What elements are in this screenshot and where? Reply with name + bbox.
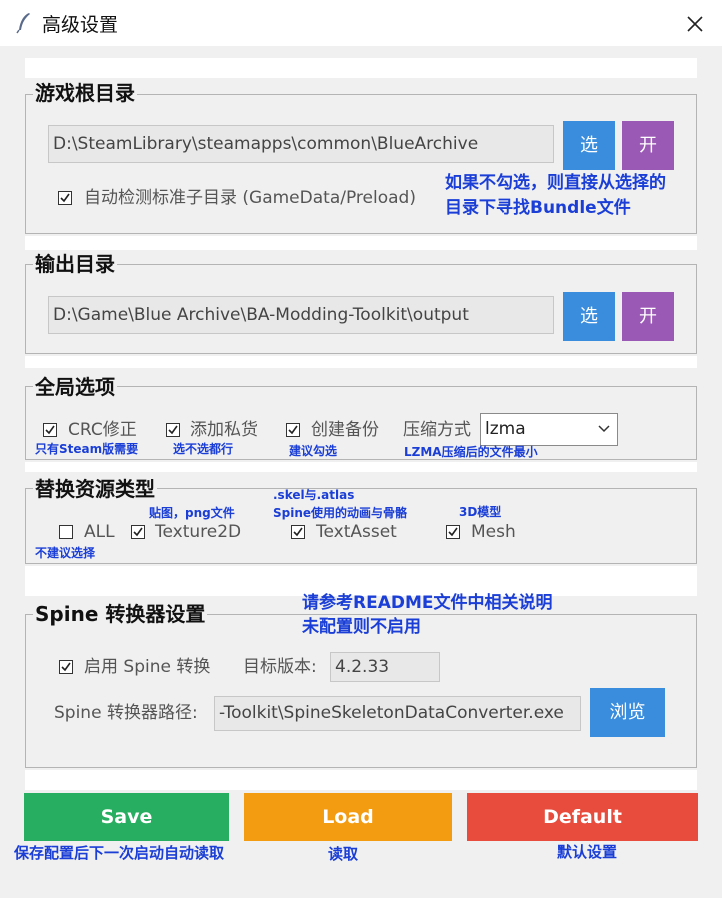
default-note: 默认设置 <box>557 843 618 861</box>
game-root-title: 游戏根目录 <box>33 80 137 106</box>
spacer <box>25 356 697 368</box>
private-label: 添加私货 <box>190 420 258 440</box>
mesh-checkbox[interactable] <box>446 525 460 539</box>
load-button[interactable]: Load <box>244 793 452 841</box>
spine-path-label: Spine 转换器路径: <box>54 703 198 723</box>
mesh-note: 3D模型 <box>459 505 502 519</box>
backup-checkbox[interactable] <box>286 423 300 437</box>
textasset-note-1: .skel与.atlas <box>273 488 355 502</box>
window-title: 高级设置 <box>42 14 119 36</box>
textasset-note-2: Spine使用的动画与骨骼 <box>273 506 408 520</box>
spine-browse-button[interactable]: 浏览 <box>590 688 665 737</box>
texture-note: 贴图，png文件 <box>149 506 235 520</box>
save-button[interactable]: Save <box>24 793 229 841</box>
load-note: 读取 <box>328 845 359 863</box>
spacer <box>25 236 697 250</box>
spacer <box>25 58 697 78</box>
spine-enable-label: 启用 Spine 转换 <box>84 657 211 677</box>
private-checkbox[interactable] <box>166 423 180 437</box>
texture-label: Texture2D <box>155 522 242 542</box>
auto-detect-note-1: 如果不勾选，则直接从选择的 <box>445 173 666 193</box>
all-note: 不建议选择 <box>35 546 96 560</box>
compression-note: LZMA压缩后的文件最小 <box>404 445 538 459</box>
compression-select[interactable]: lzma <box>480 413 618 446</box>
title-bar: 高级设置 <box>0 0 722 46</box>
backup-note: 建议勾选 <box>289 444 338 458</box>
output-dir-select-button[interactable]: 选 <box>563 292 615 341</box>
game-root-select-button[interactable]: 选 <box>563 121 615 170</box>
output-dir-title: 输出目录 <box>33 251 117 277</box>
backup-label: 创建备份 <box>311 420 379 440</box>
save-note: 保存配置后下一次启动自动读取 <box>14 844 225 862</box>
auto-detect-label: 自动检测标准子目录 (GameData/Preload) <box>84 188 416 208</box>
settings-window: 高级设置 游戏根目录 D:\SteamLibrary\steamapps\com… <box>0 0 722 898</box>
replace-types-title: 替换资源类型 <box>33 476 157 502</box>
spine-version-input[interactable]: 4.2.33 <box>330 652 440 682</box>
content-area: 游戏根目录 D:\SteamLibrary\steamapps\common\B… <box>0 46 722 898</box>
spine-note-2: 未配置则不启用 <box>302 617 421 637</box>
compression-label: 压缩方式 <box>403 420 471 440</box>
spine-path-input[interactable]: -Toolkit\SpineSkeletonDataConverter.exe <box>214 696 581 731</box>
crc-checkbox[interactable] <box>43 423 57 437</box>
all-checkbox[interactable] <box>59 525 73 539</box>
textasset-label: TextAsset <box>316 522 397 542</box>
texture-checkbox[interactable] <box>131 525 145 539</box>
spine-version-label: 目标版本: <box>243 657 317 677</box>
mesh-label: Mesh <box>471 522 516 542</box>
game-root-path-input[interactable]: D:\SteamLibrary\steamapps\common\BlueArc… <box>48 125 554 163</box>
game-root-open-button[interactable]: 开 <box>622 121 674 170</box>
output-dir-path-input[interactable]: D:\Game\Blue Archive\BA-Modding-Toolkit\… <box>48 296 554 334</box>
output-dir-open-button[interactable]: 开 <box>622 292 674 341</box>
auto-detect-checkbox[interactable] <box>58 191 72 205</box>
all-label: ALL <box>84 522 115 542</box>
crc-label: CRC修正 <box>68 420 137 440</box>
feather-icon <box>16 13 30 34</box>
compression-value: lzma <box>485 419 526 439</box>
spine-enable-checkbox[interactable] <box>59 660 73 674</box>
global-options-title: 全局选项 <box>33 374 117 400</box>
close-icon[interactable] <box>680 10 710 38</box>
crc-note: 只有Steam版需要 <box>35 442 139 456</box>
auto-detect-note-2: 目录下寻找Bundle文件 <box>445 198 631 218</box>
spacer <box>25 462 697 472</box>
spacer <box>25 770 697 790</box>
chevron-down-icon <box>598 425 610 433</box>
private-note: 选不选都行 <box>173 442 234 456</box>
spine-title: Spine 转换器设置 <box>33 601 208 627</box>
default-button[interactable]: Default <box>467 793 698 841</box>
spine-note-1: 请参考README文件中相关说明 <box>302 593 553 613</box>
textasset-checkbox[interactable] <box>291 525 305 539</box>
